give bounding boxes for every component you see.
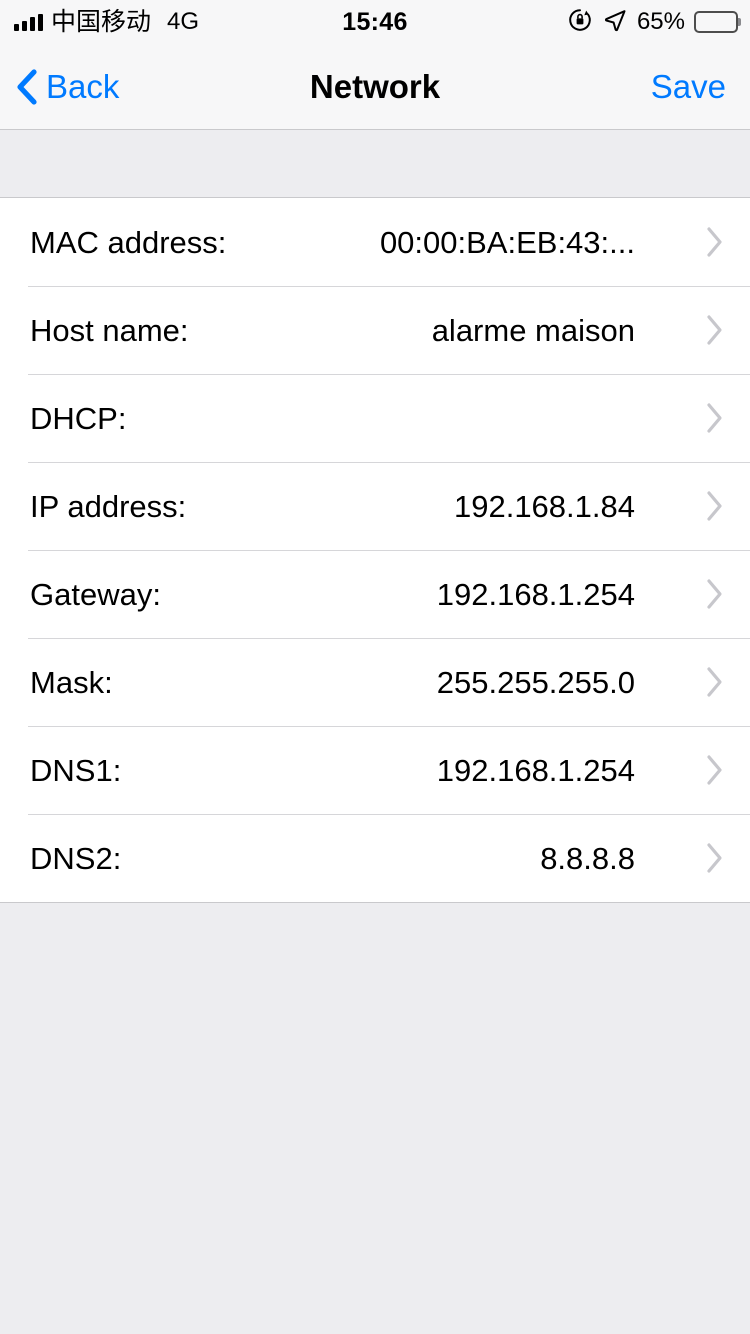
navigation-bar: Back Network Save bbox=[0, 44, 750, 130]
section-gap bbox=[0, 130, 750, 197]
row-label: IP address: bbox=[30, 488, 187, 524]
table-row[interactable]: Mask: 255.255.255.0 bbox=[0, 638, 750, 726]
row-label: Host name: bbox=[30, 312, 189, 348]
chevron-right-icon bbox=[704, 666, 724, 698]
chevron-right-icon bbox=[704, 490, 724, 522]
status-bar-right: 65% bbox=[567, 0, 741, 44]
battery-percent-label: 65% bbox=[636, 8, 685, 35]
row-label: MAC address: bbox=[30, 224, 227, 260]
chevron-right-icon bbox=[704, 402, 724, 434]
row-label: DNS1: bbox=[30, 752, 122, 788]
row-label: DHCP: bbox=[30, 400, 127, 436]
location-arrow-icon bbox=[602, 7, 628, 38]
chevron-right-icon bbox=[704, 842, 724, 874]
table-row[interactable]: DNS1: 192.168.1.254 bbox=[0, 726, 750, 814]
table-row[interactable]: Gateway: 192.168.1.254 bbox=[0, 550, 750, 638]
network-settings-list: MAC address: 00:00:BA:EB:43:... Host nam… bbox=[0, 197, 750, 903]
table-row[interactable]: DHCP: bbox=[0, 374, 750, 462]
table-row[interactable]: DNS2: 8.8.8.8 bbox=[0, 814, 750, 902]
battery-icon bbox=[694, 11, 741, 33]
table-row[interactable]: Host name: alarme maison bbox=[0, 286, 750, 374]
row-value: 255.255.255.0 bbox=[436, 664, 635, 700]
empty-area bbox=[0, 903, 750, 1334]
phone-screen: 中国移动 4G 15:46 65% Back Network Save MAC … bbox=[0, 0, 750, 1334]
row-value: alarme maison bbox=[431, 312, 635, 348]
chevron-right-icon bbox=[704, 314, 724, 346]
rotation-lock-icon bbox=[567, 7, 593, 38]
row-label: Gateway: bbox=[30, 576, 161, 612]
table-row[interactable]: IP address: 192.168.1.84 bbox=[0, 462, 750, 550]
chevron-right-icon bbox=[704, 578, 724, 610]
chevron-right-icon bbox=[704, 226, 724, 258]
chevron-right-icon bbox=[704, 754, 724, 786]
status-bar: 中国移动 4G 15:46 65% bbox=[0, 0, 750, 44]
row-value: 192.168.1.84 bbox=[453, 488, 635, 524]
table-row[interactable]: MAC address: 00:00:BA:EB:43:... bbox=[0, 198, 750, 286]
row-label: Mask: bbox=[30, 664, 113, 700]
row-value: 00:00:BA:EB:43:... bbox=[379, 224, 635, 260]
save-button[interactable]: Save bbox=[651, 70, 726, 103]
row-value: 8.8.8.8 bbox=[540, 840, 635, 876]
row-value: 192.168.1.254 bbox=[436, 752, 635, 788]
row-label: DNS2: bbox=[30, 840, 122, 876]
page-title: Network bbox=[309, 68, 441, 105]
row-value: 192.168.1.254 bbox=[436, 576, 635, 612]
